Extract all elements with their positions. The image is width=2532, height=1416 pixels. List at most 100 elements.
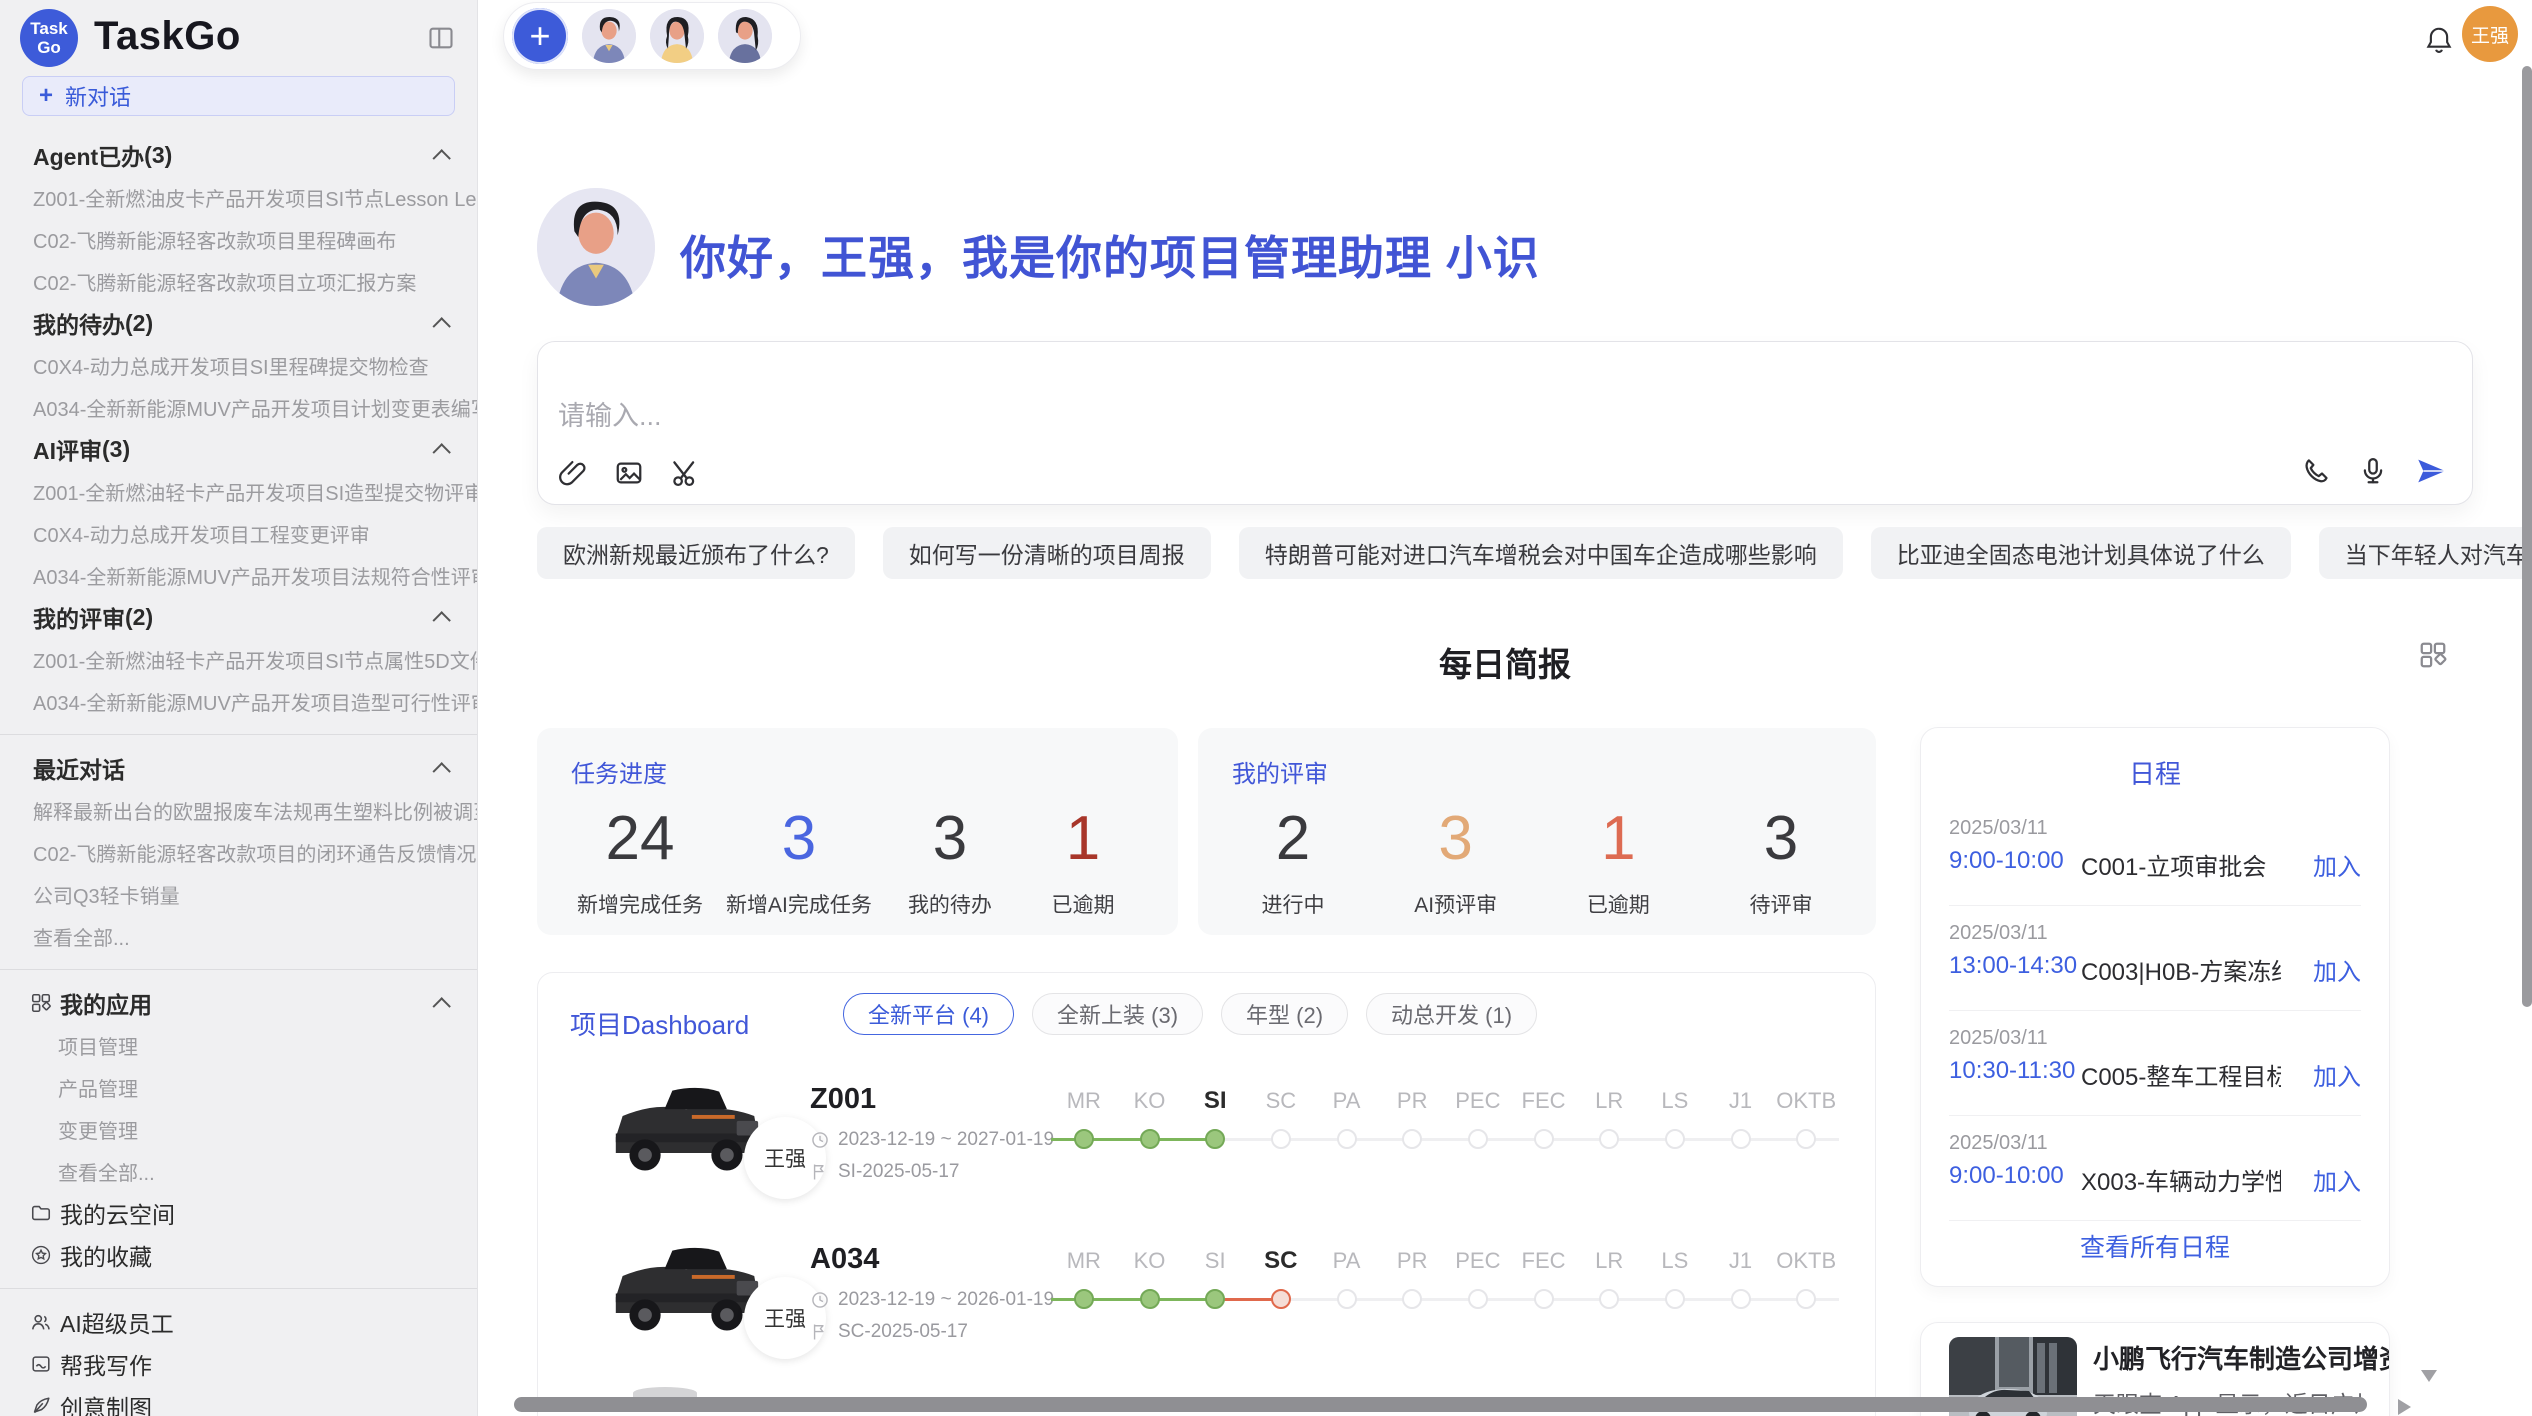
sidebar-tool-2[interactable]: 创意制图 [0,1385,477,1416]
clock-icon [810,1290,830,1310]
chat-input-card[interactable]: 请输入... [537,341,2473,505]
sidebar-item[interactable]: Z001-全新燃油皮卡产品开发项目SI节点Lesson Learn报告 [0,176,477,218]
app-item[interactable]: 变更管理 [0,1108,477,1150]
event-join-link[interactable]: 加入 [2313,1057,2361,1092]
milestone-dot[interactable] [1731,1289,1751,1309]
milestone-dot[interactable] [1599,1289,1619,1309]
milestone-dot[interactable] [1796,1289,1816,1309]
sidebar-group-header[interactable]: 我的评审 (2) [0,596,477,638]
mic-icon[interactable] [2358,456,2388,486]
divider [0,1288,477,1289]
project-code[interactable]: Z001 [810,1083,876,1116]
sidebar-collapse-icon[interactable] [427,24,455,52]
agent-avatar-2[interactable] [650,9,704,63]
milestone-dot[interactable] [1074,1129,1094,1149]
suggestion-chip[interactable]: 特朗普可能对进口汽车增税会对中国车企造成哪些影响 [1239,527,1843,579]
milestone-dot[interactable] [1140,1129,1160,1149]
dashboard-tab-0[interactable]: 全新平台 (4) [843,993,1014,1035]
recent-item[interactable]: C02-飞腾新能源轻客改款项目的闭环通告反馈情况 [0,831,477,873]
milestone-dot[interactable] [1337,1289,1357,1309]
milestone-dot[interactable] [1796,1129,1816,1149]
project-code[interactable]: A034 [810,1243,879,1276]
sidebar-tool-0[interactable]: AI超级员工 [0,1301,477,1343]
milestone-dot[interactable] [1402,1289,1422,1309]
sidebar-item[interactable]: Z001-全新燃油轻卡产品开发项目SI节点属性5D文件评审 [0,638,477,680]
milestone-dot[interactable] [1402,1129,1422,1149]
scissors-icon[interactable] [670,458,700,488]
suggestion-chip[interactable]: 如何写一份清晰的项目周报 [883,527,1211,579]
suggestion-chip[interactable]: 当下年轻人对汽车外观有怎样的喜好趋势 [2319,527,2532,579]
sidebar-item[interactable]: A034-全新新能源MUV产品开发项目造型可行性评审 [0,680,477,722]
milestone-dot[interactable] [1468,1289,1488,1309]
recent-item[interactable]: 公司Q3轻卡销量 [0,873,477,915]
app-item[interactable]: 项目管理 [0,1024,477,1066]
milestone-label: SI [1182,1087,1248,1115]
event-date: 2025/03/11 [1949,1132,2048,1155]
phone-icon[interactable] [2302,456,2332,486]
recent-item[interactable]: 解释最新出台的欧盟报废车法规再生塑料比例被调至15%... [0,789,477,831]
agent-avatar-3[interactable] [718,9,772,63]
milestone-dot[interactable] [1271,1289,1291,1309]
milestone-dot[interactable] [1731,1129,1751,1149]
sidebar-tool-1[interactable]: 帮我写作 [0,1343,477,1385]
sidebar-item[interactable]: C0X4-动力总成开发项目工程变更评审 [0,512,477,554]
milestone-dot[interactable] [1665,1129,1685,1149]
scroll-right-arrow-icon[interactable] [2398,1399,2411,1415]
milestone-dot[interactable] [1271,1129,1291,1149]
dashboard-tab-3[interactable]: 动总开发 (1) [1366,993,1537,1035]
sidebar-group-header[interactable]: Agent已办 (3) [0,134,477,176]
group-title: 我的评审 [33,600,125,634]
sidebar-item[interactable]: A034-全新新能源MUV产品开发项目法规符合性评审 [0,554,477,596]
sidebar-item-my-apps[interactable]: 我的应用 [0,982,477,1024]
notification-bell-icon[interactable] [2424,25,2454,55]
milestone-dot[interactable] [1205,1129,1225,1149]
agent-avatar-1[interactable] [582,9,636,63]
suggestion-chip[interactable]: 欧洲新规最近颁布了什么? [537,527,855,579]
sidebar-item[interactable]: C0X4-动力总成开发项目SI里程碑提交物检查 [0,344,477,386]
view-all-schedule-link[interactable]: 查看所有日程 [1921,1228,2389,1264]
sidebar-item[interactable]: A034-全新新能源MUV产品开发项目计划变更表编写 [0,386,477,428]
sidebar-tool-label: 创意制图 [60,1389,152,1416]
dashboard-tab-1[interactable]: 全新上装 (3) [1032,993,1203,1035]
send-icon[interactable] [2414,454,2448,488]
stats-row: 2进行中3AI预评审1已逾期3待评审 [1232,803,1842,919]
horizontal-scrollbar[interactable] [514,1397,2367,1412]
app-item[interactable]: 产品管理 [0,1066,477,1108]
milestone-dot[interactable] [1337,1129,1357,1149]
milestone-dot[interactable] [1140,1289,1160,1309]
user-avatar[interactable]: 王强 [2462,6,2518,62]
sidebar-item-0[interactable]: 我的云空间 [0,1192,477,1234]
event-time: 9:00-10:00 [1949,847,2064,875]
apps-view-all-link[interactable]: 查看全部... [0,1150,477,1192]
sidebar-recent-header[interactable]: 最近对话 [0,747,477,789]
milestone-dot[interactable] [1205,1289,1225,1309]
milestone-dot[interactable] [1665,1289,1685,1309]
event-join-link[interactable]: 加入 [2313,952,2361,987]
image-icon[interactable] [614,458,644,488]
group-count: (2) [125,604,153,631]
event-join-link[interactable]: 加入 [2313,1162,2361,1197]
attach-icon[interactable] [558,458,588,488]
sidebar-group-header[interactable]: 我的待办 (2) [0,302,477,344]
sidebar-group-header[interactable]: AI评审 (3) [0,428,477,470]
event-join-link[interactable]: 加入 [2313,847,2361,882]
sidebar-item-1[interactable]: 我的收藏 [0,1234,477,1276]
briefing-layout-icon[interactable] [2418,640,2448,670]
dashboard-tab-2[interactable]: 年型 (2) [1221,993,1348,1035]
sidebar-item[interactable]: C02-飞腾新能源轻客改款项目立项汇报方案 [0,260,477,302]
milestone-dot[interactable] [1534,1289,1554,1309]
scroll-down-arrow-icon[interactable] [2421,1370,2437,1382]
vertical-scrollbar[interactable] [2522,66,2532,1007]
milestone-dot[interactable] [1468,1129,1488,1149]
milestone-dot[interactable] [1534,1129,1554,1149]
suggestion-chip[interactable]: 比亚迪全固态电池计划具体说了什么 [1871,527,2291,579]
new-chat-button[interactable]: + 新对话 [22,76,455,116]
milestone-dot[interactable] [1599,1129,1619,1149]
sidebar-item[interactable]: C02-飞腾新能源轻客改款项目里程碑画布 [0,218,477,260]
project-flag: SI-2025-05-17 [810,1161,959,1183]
sidebar-item[interactable]: Z001-全新燃油轻卡产品开发项目SI造型提交物评审 [0,470,477,512]
add-agent-button[interactable]: + [512,8,568,64]
milestone-dot[interactable] [1074,1289,1094,1309]
milestone-label: KO [1117,1247,1183,1275]
recent-view-all-link[interactable]: 查看全部... [0,915,477,957]
